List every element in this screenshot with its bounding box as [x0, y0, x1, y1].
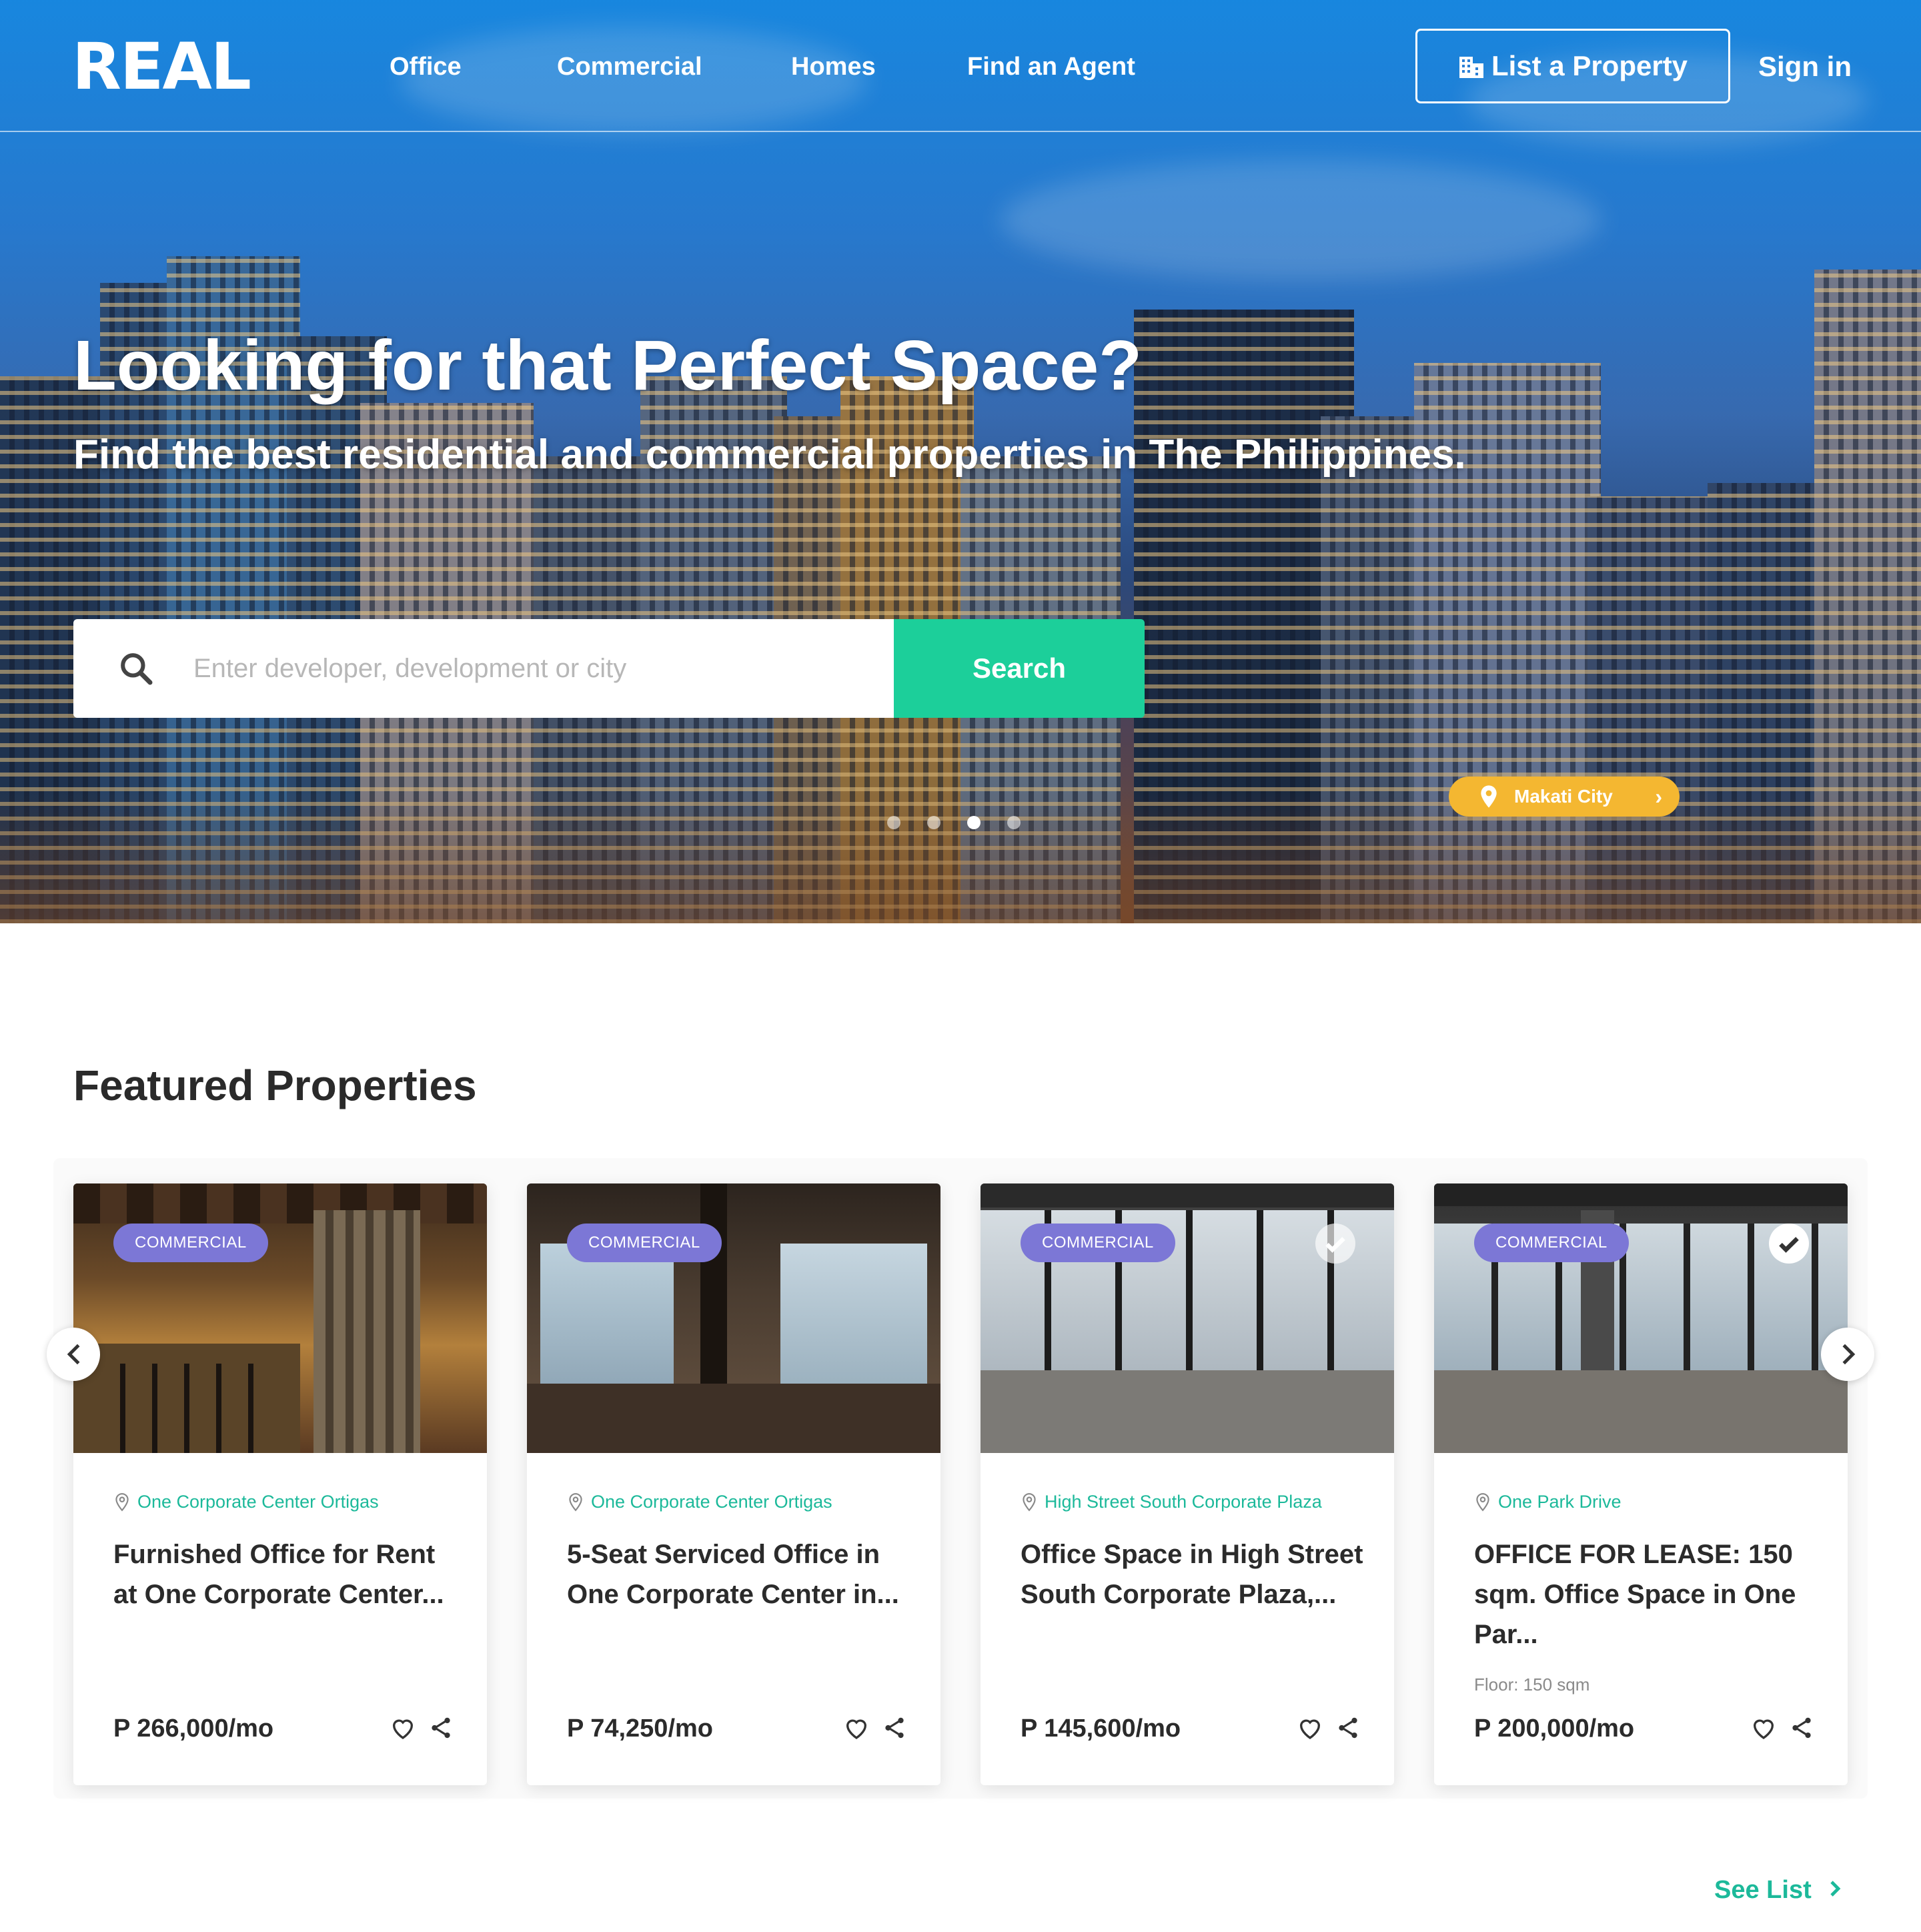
list-property-label: List a Property — [1491, 50, 1688, 81]
property-location-text[interactable]: One Corporate Center Ortigas — [591, 1492, 832, 1512]
map-pin-icon — [1474, 1492, 1491, 1512]
location-pill[interactable]: Makati City › — [1449, 777, 1680, 817]
property-location: One Corporate Center Ortigas — [567, 1492, 832, 1512]
map-pin-icon — [113, 1492, 131, 1512]
property-title[interactable]: OFFICE FOR LEASE: 150 sqm. Office Space … — [1474, 1534, 1821, 1654]
map-pin-icon — [1475, 783, 1502, 810]
property-price: P 200,000/mo — [1474, 1715, 1635, 1743]
share-icon[interactable] — [1789, 1715, 1814, 1741]
hero-subtitle: Find the best residential and commercial… — [73, 432, 1466, 478]
share-icon[interactable] — [882, 1715, 907, 1741]
verified-check-icon — [1769, 1224, 1809, 1264]
property-location: One Corporate Center Ortigas — [113, 1492, 379, 1512]
bar-stools — [93, 1364, 267, 1453]
property-floor-area: Floor: 150 sqm — [1474, 1674, 1590, 1695]
property-location: High Street South Corporate Plaza — [1021, 1492, 1322, 1512]
property-price: P 266,000/mo — [113, 1715, 274, 1743]
heart-icon[interactable] — [390, 1715, 416, 1741]
property-location: One Park Drive — [1474, 1492, 1622, 1512]
chevron-right-icon: › — [1655, 785, 1662, 809]
property-price: P 74,250/mo — [567, 1715, 714, 1743]
property-location-text[interactable]: One Corporate Center Ortigas — [137, 1492, 379, 1512]
map-pin-icon — [1021, 1492, 1038, 1512]
window — [780, 1244, 927, 1390]
carousel-dot[interactable] — [887, 816, 900, 829]
heart-icon[interactable] — [1750, 1715, 1777, 1741]
nav-link-commercial[interactable]: Commercial — [557, 48, 702, 85]
property-card[interactable]: COMMERCIAL One Corporate Center Ortigas … — [73, 1183, 487, 1785]
carousel-dot-active[interactable] — [967, 816, 981, 829]
carousel-dots — [887, 816, 1021, 829]
location-pill-label: Makati City — [1514, 786, 1613, 807]
desks — [527, 1384, 940, 1453]
category-tag: COMMERCIAL — [1021, 1224, 1175, 1262]
ceiling — [1434, 1183, 1848, 1206]
concrete-floor — [1434, 1370, 1848, 1453]
search-bar — [73, 619, 894, 718]
property-card[interactable]: COMMERCIAL High Street South Corporate P… — [981, 1183, 1394, 1785]
hero-title: Looking for that Perfect Space? — [73, 326, 1143, 405]
property-card[interactable]: COMMERCIAL One Corporate Center Ortigas … — [527, 1183, 940, 1785]
search-input[interactable] — [193, 642, 860, 695]
see-list-link[interactable]: See List — [1714, 1876, 1842, 1905]
sign-in-link[interactable]: Sign in — [1758, 47, 1852, 87]
property-card[interactable]: COMMERCIAL One Park Drive OFFICE FOR LEA… — [1434, 1183, 1848, 1785]
building-icon — [1458, 53, 1485, 79]
property-location-text[interactable]: High Street South Corporate Plaza — [1045, 1492, 1322, 1512]
heart-icon[interactable] — [843, 1715, 870, 1741]
carousel-dot[interactable] — [927, 816, 940, 829]
section-title-featured: Featured Properties — [73, 1061, 477, 1109]
map-pin-icon — [567, 1492, 584, 1512]
carousel-next-button[interactable] — [1821, 1328, 1874, 1381]
nav-link-office[interactable]: Office — [390, 48, 462, 85]
category-tag: COMMERCIAL — [567, 1224, 722, 1262]
property-title[interactable]: Furnished Office for Rent at One Corpora… — [113, 1534, 460, 1614]
property-location-text[interactable]: One Park Drive — [1498, 1492, 1622, 1512]
ceiling-beams — [73, 1183, 487, 1224]
chevron-right-icon — [1812, 1876, 1842, 1905]
hero-banner: REAL Office Commercial Homes Find an Age… — [0, 0, 1921, 923]
property-title[interactable]: 5-Seat Serviced Office in One Corporate … — [567, 1534, 914, 1614]
list-property-button[interactable]: List a Property — [1415, 29, 1730, 103]
property-price: P 145,600/mo — [1021, 1715, 1181, 1743]
see-list-label: See List — [1714, 1876, 1812, 1904]
category-tag: COMMERCIAL — [113, 1224, 268, 1262]
ceiling — [981, 1183, 1394, 1208]
search-icon — [117, 650, 155, 687]
search-button[interactable]: Search — [894, 619, 1145, 718]
window — [540, 1244, 674, 1390]
verified-check-icon — [1315, 1224, 1355, 1264]
wood-panels — [313, 1210, 420, 1453]
carousel-prev-button[interactable] — [47, 1328, 100, 1381]
nav-link-find-agent[interactable]: Find an Agent — [967, 48, 1135, 85]
nav-link-homes[interactable]: Homes — [791, 48, 876, 85]
share-icon[interactable] — [428, 1715, 454, 1741]
carousel-dot[interactable] — [1007, 816, 1021, 829]
heart-icon[interactable] — [1297, 1715, 1323, 1741]
share-icon[interactable] — [1335, 1715, 1361, 1741]
concrete-floor — [981, 1370, 1394, 1453]
category-tag: COMMERCIAL — [1474, 1224, 1629, 1262]
logo[interactable]: REAL — [72, 35, 251, 99]
property-title[interactable]: Office Space in High Street South Corpor… — [1021, 1534, 1367, 1614]
top-navbar: REAL Office Commercial Homes Find an Age… — [0, 0, 1921, 132]
